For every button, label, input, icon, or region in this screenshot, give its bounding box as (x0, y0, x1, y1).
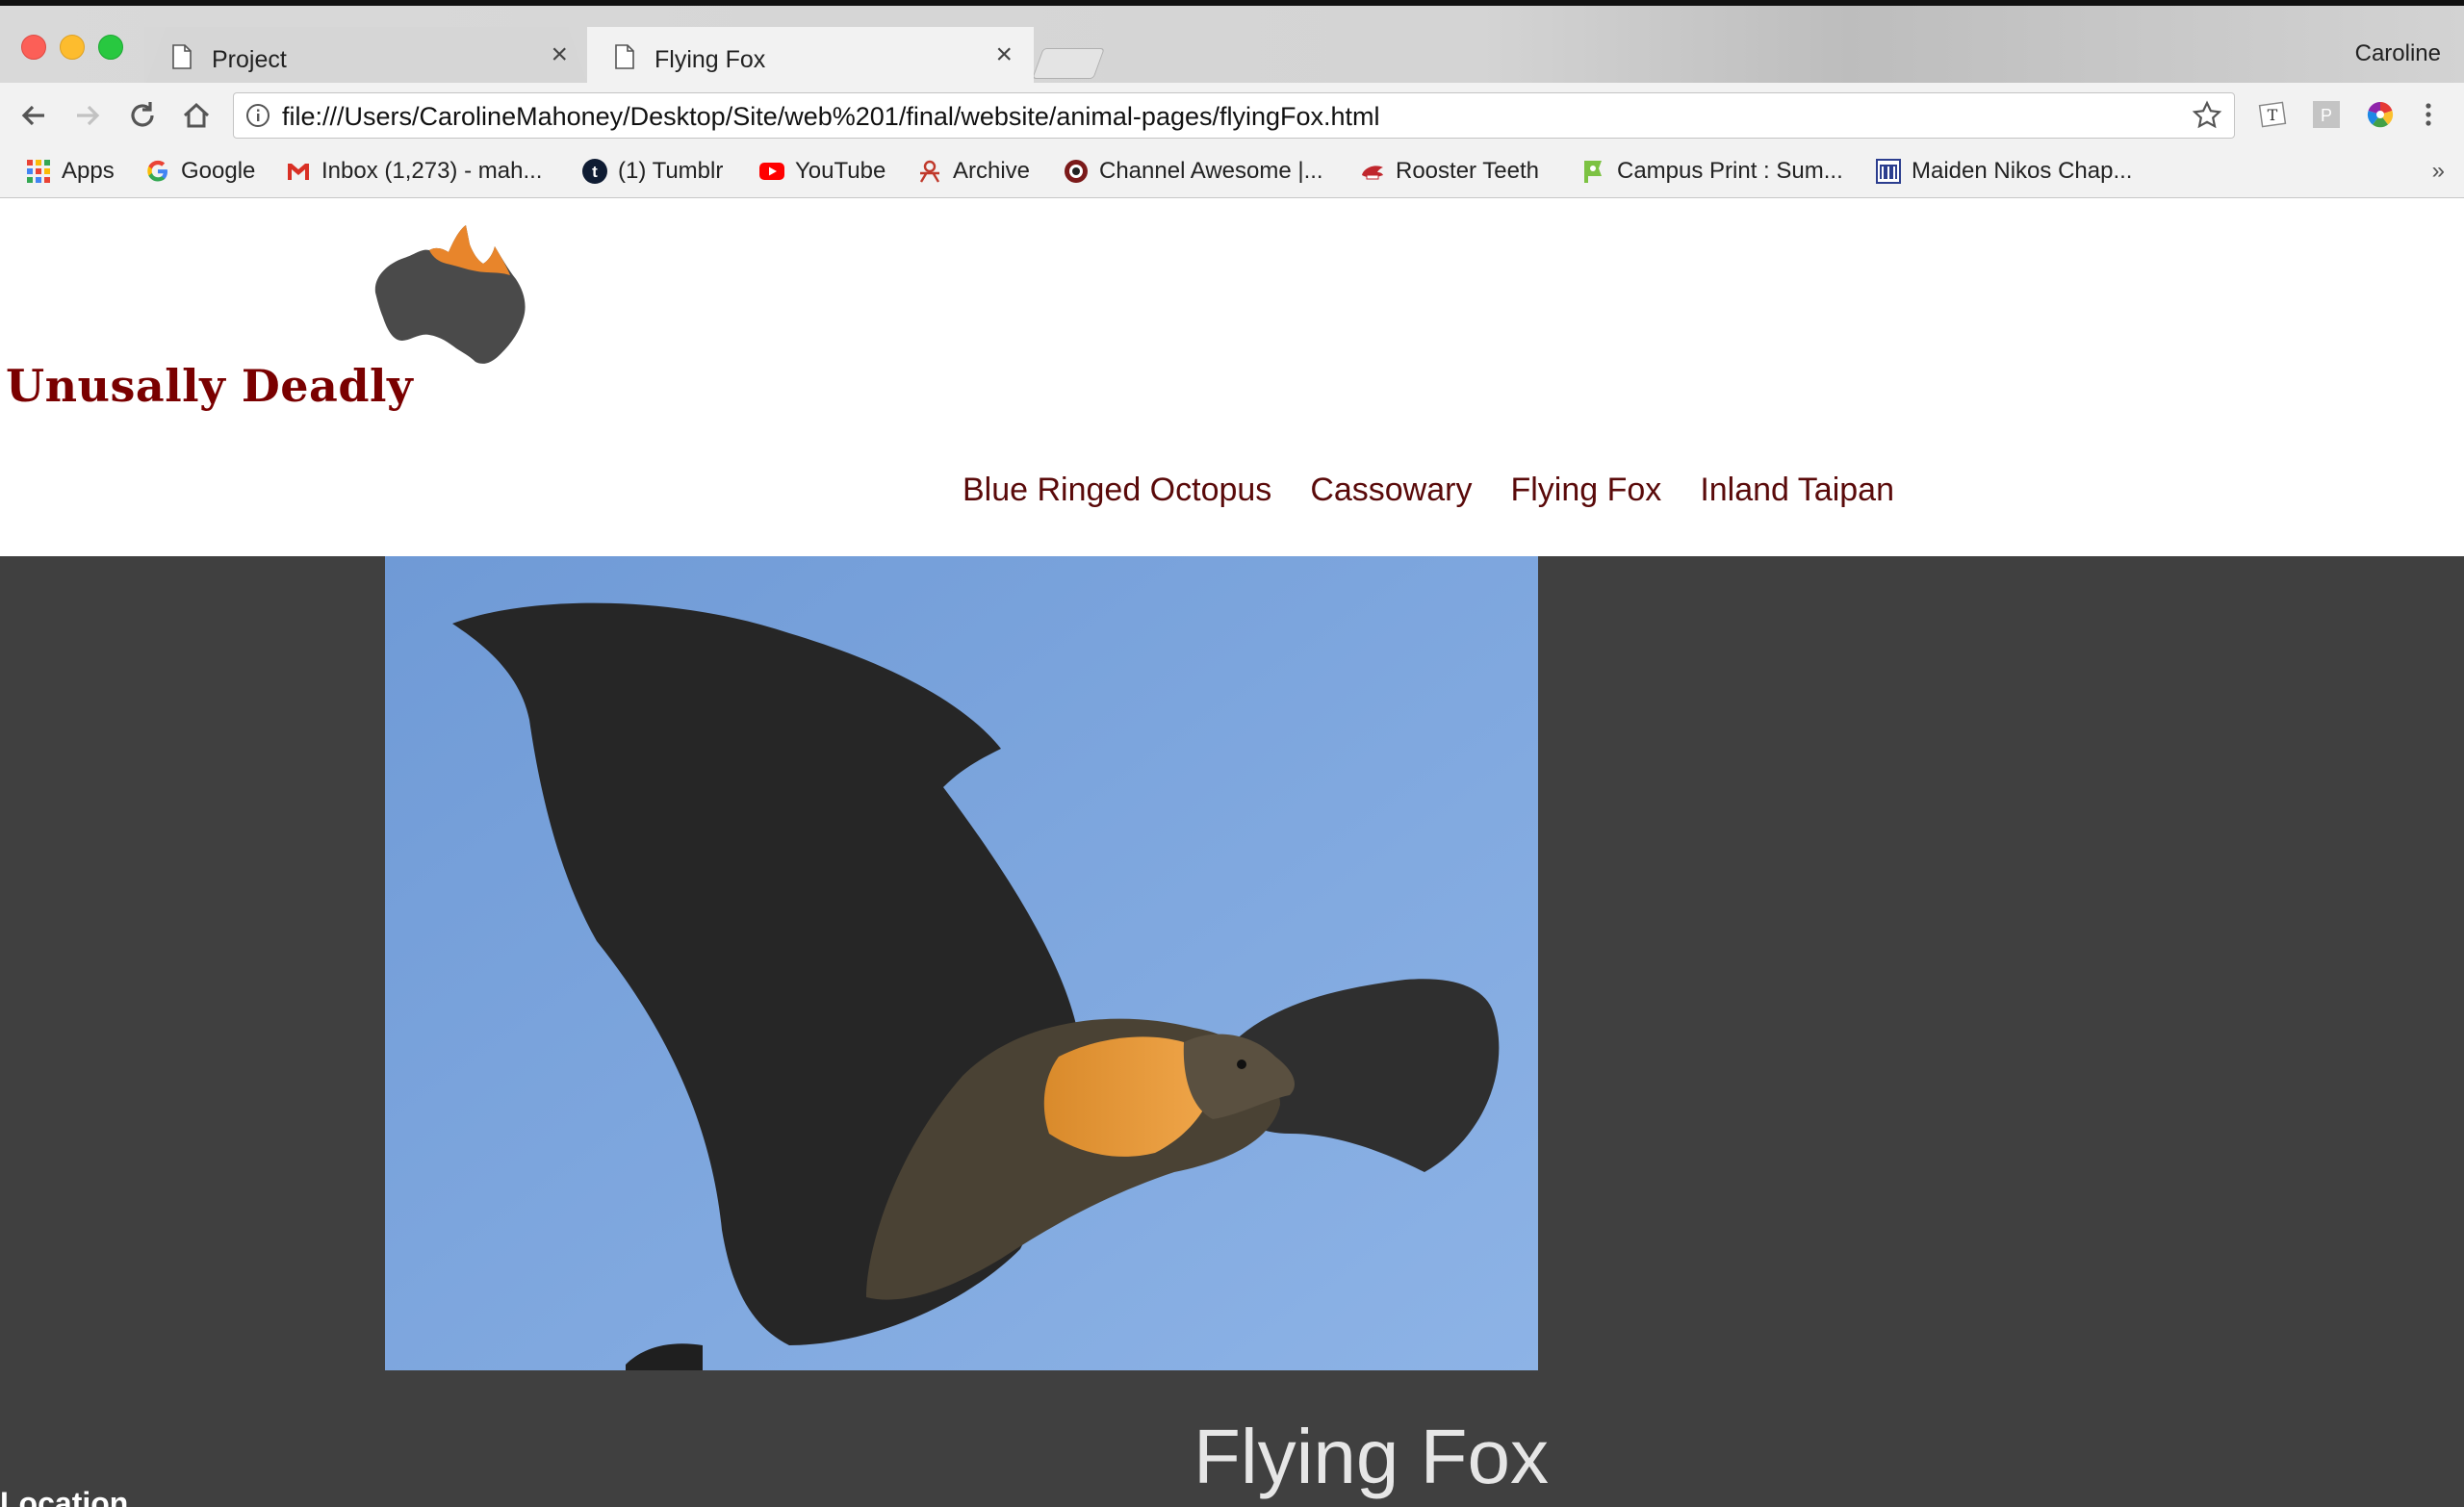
bookmark-channel-awesome[interactable]: Channel Awesome |... (1063, 156, 1323, 187)
svg-text:t: t (592, 163, 598, 181)
minimize-window-button[interactable] (60, 35, 85, 60)
forward-arrow-icon[interactable] (67, 96, 106, 135)
bookmarks-overflow-icon[interactable]: » (2432, 158, 2445, 185)
bookmark-campus-print[interactable]: Campus Print : Sum... (1580, 156, 1843, 187)
bookmark-inbox[interactable]: Inbox (1,273) - mah... (285, 156, 542, 187)
maiden-nikos-icon (1876, 159, 1901, 184)
tab-flying-fox[interactable]: Flying Fox × (587, 27, 1034, 89)
menu-kebab-icon[interactable] (2414, 100, 2443, 129)
svg-text:T: T (2268, 106, 2278, 124)
location-heading: Location (0, 1486, 129, 1507)
tab-strip: Project × Flying Fox × Caroline (0, 0, 2464, 89)
browser-window: Project × Flying Fox × Caroline file:///… (0, 0, 2464, 1507)
site-nav: Blue Ringed Octopus Cassowary Flying Fox… (962, 472, 1894, 509)
document-icon (172, 44, 192, 69)
reload-icon[interactable] (123, 96, 162, 135)
flying-fox-photo (385, 556, 1538, 1370)
nav-link-blue-ringed-octopus[interactable]: Blue Ringed Octopus (962, 472, 1271, 509)
info-icon[interactable] (245, 103, 270, 128)
web-page: Unusally Deadly Blue Ringed Octopus Cass… (0, 198, 2464, 1507)
site-header: Unusally Deadly Blue Ringed Octopus Cass… (0, 198, 2464, 556)
url-text[interactable]: file:///Users/CarolineMahoney/Desktop/Si… (282, 102, 1380, 132)
text-extension-icon[interactable]: T (2258, 100, 2287, 129)
content-area: Flying Fox Location (0, 556, 2464, 1507)
campus-print-icon (1584, 161, 1602, 183)
tumblr-icon: t (582, 159, 607, 184)
document-icon (615, 44, 634, 69)
bookmark-rooster-teeth[interactable]: Rooster Teeth (1359, 156, 1539, 187)
gmail-icon (288, 164, 309, 180)
bookmark-star-icon[interactable] (2192, 100, 2222, 131)
home-icon[interactable] (177, 96, 216, 135)
bookmark-youtube[interactable]: YouTube (758, 156, 886, 187)
bookmarks-bar: Apps Google Inbox (1,273) - mah... t (1)… (0, 146, 2464, 198)
close-tab-icon[interactable]: × (995, 40, 1013, 69)
page-title: Flying Fox (1194, 1414, 1549, 1499)
svg-text:P: P (2321, 106, 2332, 125)
color-picker-icon[interactable] (2366, 100, 2395, 129)
profile-name[interactable]: Caroline (2355, 40, 2441, 67)
site-logo-text[interactable]: Unusally Deadly (6, 360, 413, 412)
bookmark-archive[interactable]: Archive (916, 156, 1030, 187)
google-icon (147, 160, 167, 182)
rooster-teeth-icon (1362, 166, 1383, 180)
nav-link-inland-taipan[interactable]: Inland Taipan (1700, 472, 1894, 509)
close-window-button[interactable] (21, 35, 46, 60)
toolbar: file:///Users/CarolineMahoney/Desktop/Si… (0, 83, 2464, 146)
australia-map-logo-icon[interactable] (366, 221, 529, 373)
nav-link-flying-fox[interactable]: Flying Fox (1510, 472, 1661, 509)
bookmark-maiden-nikos[interactable]: Maiden Nikos Chap... (1875, 156, 2132, 187)
tab-title: Flying Fox (654, 46, 766, 73)
archive-icon (919, 160, 940, 183)
bookmark-apps[interactable]: Apps (25, 156, 115, 187)
apps-grid-icon (27, 160, 50, 183)
close-tab-icon[interactable]: × (551, 40, 568, 69)
tab-project[interactable]: Project × (144, 27, 589, 89)
bookmark-google[interactable]: Google (144, 156, 255, 187)
nav-link-cassowary[interactable]: Cassowary (1310, 472, 1472, 509)
channel-awesome-icon (1065, 160, 1088, 183)
new-tab-button[interactable] (1032, 48, 1105, 79)
address-bar[interactable]: file:///Users/CarolineMahoney/Desktop/Si… (233, 92, 2235, 139)
back-arrow-icon[interactable] (15, 96, 54, 135)
tab-title: Project (212, 46, 287, 73)
bookmark-tumblr[interactable]: t (1) Tumblr (581, 156, 723, 187)
zoom-window-button[interactable] (98, 35, 123, 60)
youtube-icon (759, 163, 784, 180)
p-extension-icon[interactable]: P (2312, 100, 2341, 129)
